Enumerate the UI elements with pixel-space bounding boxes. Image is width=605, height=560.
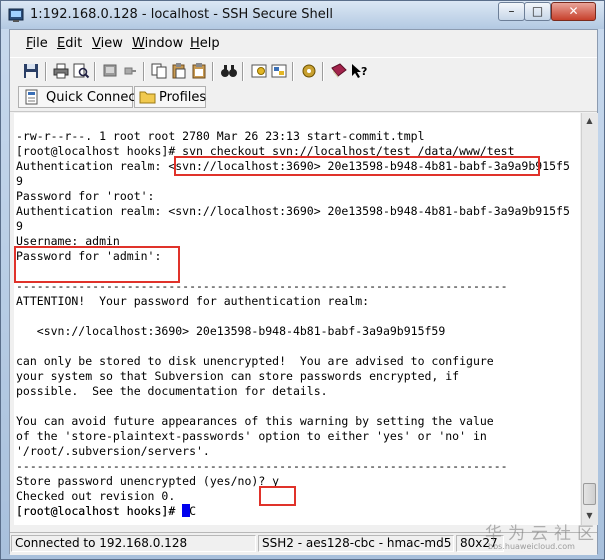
terminal-line: ----------------------------------------… xyxy=(16,459,508,473)
profiles-label: Profiles xyxy=(159,90,207,105)
ssh-terminal-icon xyxy=(8,8,24,22)
menu-edit[interactable]: Edit xyxy=(57,36,82,51)
terminal-line: Store password unencrypted (yes/no)? y xyxy=(16,474,280,488)
ssh-client-window: 1:192.168.0.128 - localhost - SSH Secure… xyxy=(0,0,605,560)
status-connection: Connected to 192.168.0.128 xyxy=(11,535,256,552)
terminal-line: -rw-r--r--. 1 root root 2780 Mar 26 23:1… xyxy=(16,129,425,143)
new-file-transfer-icon[interactable] xyxy=(270,62,288,80)
profiles-button[interactable]: Profiles xyxy=(134,86,206,108)
terminal-output[interactable]: -rw-r--r--. 1 root root 2780 Mar 26 23:1… xyxy=(14,113,580,525)
status-cipher: SSH2 - aes128-cbc - hmac-md5 xyxy=(258,535,454,552)
scroll-up-arrow-icon[interactable]: ▲ xyxy=(583,114,596,128)
profile-settings-icon[interactable] xyxy=(300,62,318,80)
toolbar-separator xyxy=(242,62,243,81)
text-cursor xyxy=(182,504,191,517)
toolbar-separator xyxy=(94,62,95,81)
watermark-url: bbs.huaweicloud.com xyxy=(488,542,575,551)
toolbar-separator xyxy=(292,62,293,81)
vertical-scrollbar[interactable]: ▲ ▼ xyxy=(581,113,598,525)
terminal-line: 9 xyxy=(16,174,23,188)
terminal-line: Checked out revision 0. xyxy=(16,489,176,503)
menu-bar: File Edit View Window Help xyxy=(10,30,597,56)
terminal-line: <svn://localhost:3690> 20e13598-b948-4b8… xyxy=(16,324,446,338)
terminal-line: Password for 'root': xyxy=(16,189,155,203)
paste-icon[interactable] xyxy=(170,62,188,80)
copy-icon[interactable] xyxy=(150,62,168,80)
toolbar-separator xyxy=(322,62,323,81)
menu-window[interactable]: Window xyxy=(132,36,183,51)
whats-this-help-icon[interactable]: ? xyxy=(350,62,368,80)
help-book-icon[interactable] xyxy=(330,62,348,80)
terminal-line: Authentication realm: <svn://localhost:3… xyxy=(16,204,570,218)
client-area: File Edit View Window Help ? Quick Conne… xyxy=(9,29,598,555)
minimize-button[interactable]: – xyxy=(498,2,525,21)
terminal-prompt-line: [root@localhost hooks]# xyxy=(16,504,191,519)
menu-view[interactable]: View xyxy=(92,36,123,51)
toolbar-separator xyxy=(45,62,46,81)
toolbar-separator xyxy=(143,62,144,81)
terminal-line: ATTENTION! Your password for authenticat… xyxy=(16,294,370,308)
terminal-line: of the 'store-plaintext-passwords' optio… xyxy=(16,429,487,443)
print-preview-icon[interactable] xyxy=(72,62,90,80)
terminal-line: can only be stored to disk unencrypted! … xyxy=(16,354,494,368)
quick-connect-button[interactable]: Quick Connect xyxy=(18,86,141,108)
title-bar[interactable]: 1:192.168.0.128 - localhost - SSH Secure… xyxy=(1,1,604,29)
svg-text:?: ? xyxy=(361,65,367,78)
close-button[interactable]: ✕ xyxy=(551,2,596,21)
print-icon[interactable] xyxy=(52,62,70,80)
menu-file[interactable]: File xyxy=(26,36,48,51)
terminal-line: your system so that Subversion can store… xyxy=(16,369,460,383)
terminal-prompt: [root@localhost hooks]# xyxy=(16,504,183,518)
disconnect-icon[interactable] xyxy=(121,62,139,80)
settings-icon[interactable] xyxy=(250,62,268,80)
clipboard-icon[interactable] xyxy=(190,62,208,80)
save-icon[interactable] xyxy=(22,62,40,80)
terminal-line: possible. See the documentation for deta… xyxy=(16,384,328,398)
highlight-credentials xyxy=(14,246,180,283)
folder-icon xyxy=(139,91,156,104)
toolbar: ? xyxy=(10,57,597,85)
new-terminal-icon[interactable] xyxy=(101,62,119,80)
window-title: 1:192.168.0.128 - localhost - SSH Secure… xyxy=(30,7,333,22)
maximize-button[interactable]: □ xyxy=(524,2,551,21)
menu-help[interactable]: Help xyxy=(190,36,220,51)
watermark-text: 华为云社区 xyxy=(485,524,600,544)
terminal-line: You can avoid future appearances of this… xyxy=(16,414,494,428)
quick-connect-label: Quick Connect xyxy=(46,90,141,105)
connection-toolbar: Quick Connect Profiles xyxy=(10,84,597,112)
highlight-answer-y xyxy=(259,486,296,506)
highlight-checkout-command xyxy=(174,156,540,176)
find-binoculars-icon[interactable] xyxy=(220,62,238,80)
scroll-thumb[interactable] xyxy=(583,483,596,505)
terminal-line: '/root/.subversion/servers'. xyxy=(16,444,210,458)
toolbar-separator xyxy=(212,62,213,81)
quick-connect-icon xyxy=(25,89,38,105)
terminal-line: 9 xyxy=(16,219,23,233)
